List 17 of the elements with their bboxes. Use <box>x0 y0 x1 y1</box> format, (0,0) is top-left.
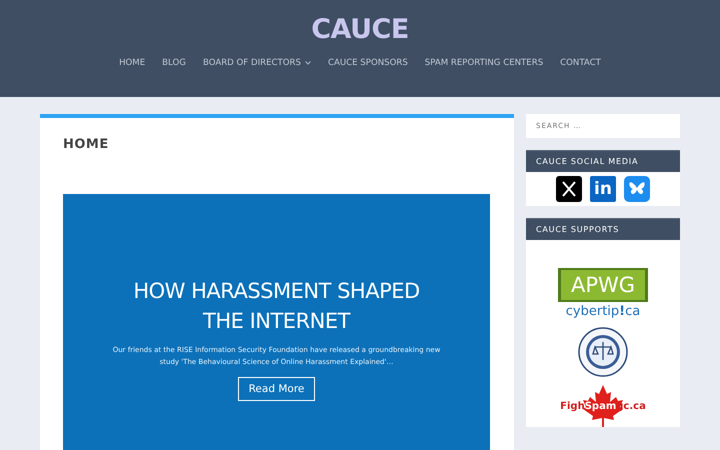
cybertip-logo[interactable]: cybertip!ca <box>566 304 640 319</box>
nav-link[interactable]: CONTACT <box>560 58 601 68</box>
nav-link[interactable]: SPAM REPORTING CENTERS <box>424 58 544 68</box>
x-logo-icon[interactable] <box>556 176 582 202</box>
site-logo[interactable]: CAUCE <box>311 13 409 47</box>
page-title: HOME <box>63 137 110 152</box>
linkedin-icon[interactable]: in <box>590 176 616 202</box>
widget-title: CAUCE SUPPORTS <box>526 218 680 240</box>
post-title[interactable]: HOW HARASSMENT SHAPED THE INTERNET <box>112 276 442 336</box>
read-more-button[interactable]: Read More <box>238 377 316 401</box>
seal-icon[interactable] <box>578 327 628 377</box>
nav-link[interactable]: HOME <box>119 58 146 68</box>
butterfly-icon[interactable] <box>624 176 650 202</box>
nav-link[interactable]: BLOG <box>162 58 186 68</box>
nav-link[interactable]: BOARD OF DIRECTORS <box>202 58 311 68</box>
widget-title: CAUCE SOCIAL MEDIA <box>526 150 680 172</box>
nav-link[interactable]: CAUCE SPONSORS <box>328 58 408 68</box>
